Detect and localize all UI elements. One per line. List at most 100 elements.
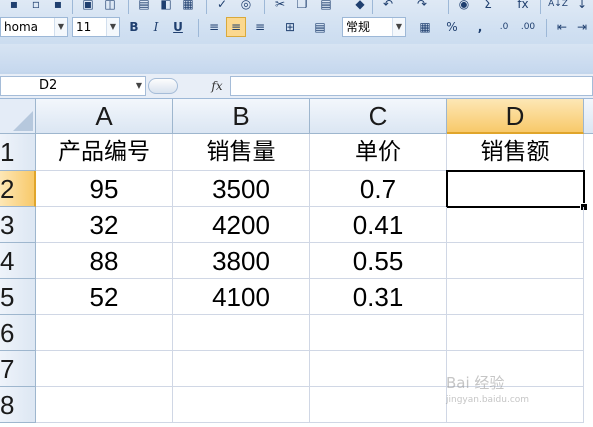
spelling-icon[interactable]: ✓ xyxy=(212,0,232,14)
column-header-a[interactable]: A xyxy=(36,99,173,134)
hyperlink-icon[interactable]: ◉ xyxy=(454,0,474,14)
select-all-triangle-icon xyxy=(13,111,33,131)
row-header-8[interactable]: 8 xyxy=(0,387,36,423)
font-size-select[interactable]: 11 ▼ xyxy=(72,17,120,37)
cell-c1[interactable]: 单价 xyxy=(310,134,447,171)
wrap-text-icon[interactable]: ▤ xyxy=(310,17,330,37)
print-preview-icon[interactable]: ◧ xyxy=(156,0,176,14)
ribbon: ▪ ▫ ▪ ▣ ◫ ▤ ◧ ▦ ✓ ◎ ✂ ❐ ▤ ◆ ↶ ↷ ◉ Σ fx A… xyxy=(0,0,593,75)
row-header-4[interactable]: 4 xyxy=(0,243,36,279)
column-header-b[interactable]: B xyxy=(173,99,310,134)
cell-c8[interactable] xyxy=(310,387,447,423)
chevron-down-icon[interactable]: ▼ xyxy=(106,18,119,36)
format-painter-icon[interactable]: ◆ xyxy=(350,0,370,14)
cell-a3[interactable]: 32 xyxy=(36,207,173,243)
cell-b5[interactable]: 4100 xyxy=(173,279,310,315)
print-icon[interactable]: ▣ xyxy=(78,0,98,14)
comma-button[interactable]: , xyxy=(470,17,490,37)
cell-b2[interactable]: 3500 xyxy=(173,171,310,207)
cell-a1[interactable]: 产品编号 xyxy=(36,134,173,171)
select-all-button[interactable] xyxy=(0,99,36,134)
separator xyxy=(372,0,373,14)
cell-d1[interactable]: 销售额 xyxy=(447,134,584,171)
increase-decimal-icon[interactable]: .0 xyxy=(494,17,514,37)
align-left-icon[interactable]: ≡ xyxy=(204,17,224,37)
cell-b8[interactable] xyxy=(173,387,310,423)
row-header-5[interactable]: 5 xyxy=(0,279,36,315)
cell-c4[interactable]: 0.55 xyxy=(310,243,447,279)
preview-icon[interactable]: ◫ xyxy=(100,0,120,14)
decrease-decimal-icon[interactable]: .00 xyxy=(518,17,538,37)
cell-d6[interactable] xyxy=(447,315,584,351)
column-header-e[interactable] xyxy=(584,99,593,134)
decrease-indent-icon[interactable]: ⇤ xyxy=(552,17,572,37)
row-header-7[interactable]: 7 xyxy=(0,351,36,387)
cell-d4[interactable] xyxy=(447,243,584,279)
formula-input[interactable] xyxy=(230,76,593,96)
name-box-value: D2 xyxy=(39,78,58,93)
cell-b4[interactable]: 3800 xyxy=(173,243,310,279)
cell-a8[interactable] xyxy=(36,387,173,423)
font-name-select[interactable]: homa ▼ xyxy=(0,17,68,37)
cell-b7[interactable] xyxy=(173,351,310,387)
cut-icon[interactable]: ✂ xyxy=(270,0,290,14)
underline-button[interactable]: U xyxy=(168,17,188,37)
column-header-d[interactable]: D xyxy=(447,99,584,134)
increase-indent-icon[interactable]: ⇥ xyxy=(572,17,592,37)
cell-a4[interactable]: 88 xyxy=(36,243,173,279)
row-header-1[interactable]: 1 xyxy=(0,134,36,171)
copy-icon[interactable]: ❐ xyxy=(292,0,312,14)
save-icon[interactable]: ▪ xyxy=(4,0,24,14)
cell-b6[interactable] xyxy=(173,315,310,351)
research-icon[interactable]: ◎ xyxy=(236,0,256,14)
cell-d5[interactable] xyxy=(447,279,584,315)
cell-d2[interactable] xyxy=(446,170,585,208)
undo-icon[interactable]: ↶ xyxy=(378,0,398,14)
row-header-3[interactable]: 3 xyxy=(0,207,36,243)
row-header-2[interactable]: 2 xyxy=(0,171,36,207)
cell-a2[interactable]: 95 xyxy=(36,171,173,207)
cell-c2[interactable]: 0.7 xyxy=(310,171,447,207)
cell-b3[interactable]: 4200 xyxy=(173,207,310,243)
separator xyxy=(546,19,547,37)
currency-icon[interactable]: ▦ xyxy=(412,17,438,37)
name-box[interactable]: D2 ▼ xyxy=(0,76,146,96)
bold-button[interactable]: B xyxy=(124,17,144,37)
merge-center-icon[interactable]: ⊞ xyxy=(276,17,304,37)
formula-bar-splitter[interactable] xyxy=(148,78,178,94)
number-format-select[interactable]: 常规 ▼ xyxy=(342,17,406,37)
sort-descending-icon[interactable]: ↓ xyxy=(572,0,592,14)
separator xyxy=(448,0,449,14)
cell-c6[interactable] xyxy=(310,315,447,351)
align-right-icon[interactable]: ≡ xyxy=(250,17,270,37)
sort-ascending-icon[interactable]: A↓Z xyxy=(546,0,570,14)
chevron-down-icon[interactable]: ▼ xyxy=(392,18,405,36)
cell-c3[interactable]: 0.41 xyxy=(310,207,447,243)
insert-function-icon[interactable]: fx xyxy=(512,0,534,14)
redo-icon[interactable]: ↷ xyxy=(412,0,432,14)
chevron-down-icon[interactable]: ▼ xyxy=(54,18,67,36)
row-header-6[interactable]: 6 xyxy=(0,315,36,351)
percent-button[interactable]: % xyxy=(442,17,462,37)
align-center-icon[interactable]: ≡ xyxy=(226,17,246,37)
insert-function-button[interactable]: fx xyxy=(205,78,229,94)
chevron-down-icon[interactable]: ▼ xyxy=(133,77,145,95)
cell-a6[interactable] xyxy=(36,315,173,351)
font-size-value: 11 xyxy=(76,20,92,34)
page-setup-icon[interactable]: ▦ xyxy=(178,0,198,14)
separator xyxy=(264,0,265,14)
separator xyxy=(128,0,129,14)
cell-a7[interactable] xyxy=(36,351,173,387)
column-header-c[interactable]: C xyxy=(310,99,447,134)
italic-button[interactable]: I xyxy=(146,17,166,37)
print-setup-icon[interactable]: ▤ xyxy=(134,0,154,14)
cell-c7[interactable] xyxy=(310,351,447,387)
cell-d3[interactable] xyxy=(447,207,584,243)
autosum-icon[interactable]: Σ xyxy=(478,0,498,14)
paste-icon[interactable]: ▤ xyxy=(316,0,336,14)
save-as-icon[interactable]: ▪ xyxy=(48,0,68,14)
cell-c5[interactable]: 0.31 xyxy=(310,279,447,315)
cell-a5[interactable]: 52 xyxy=(36,279,173,315)
cell-b1[interactable]: 销售量 xyxy=(173,134,310,171)
disk-icon[interactable]: ▫ xyxy=(26,0,46,14)
